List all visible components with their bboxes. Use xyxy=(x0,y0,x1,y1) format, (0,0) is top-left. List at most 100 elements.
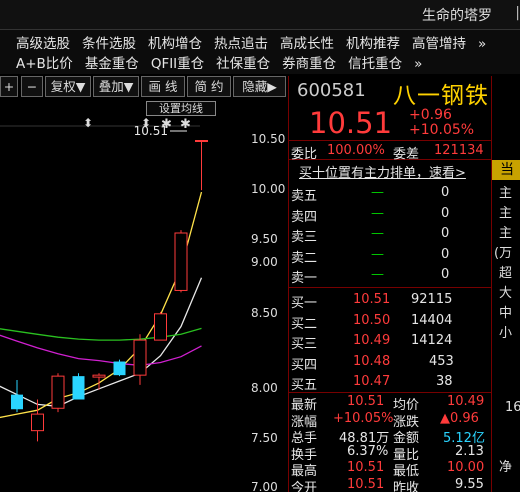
candle-body xyxy=(195,140,208,142)
kline-svg: 10.51 ⬍ ⬍ ✱ ✱ xyxy=(0,116,208,442)
order-price: 10.50 xyxy=(353,312,391,328)
order-price: — xyxy=(371,267,384,282)
menu-qfii-holdings[interactable]: QFII重仓 xyxy=(151,52,204,72)
order-volume: 92115 xyxy=(411,292,453,307)
stat-value: 9.55 xyxy=(455,476,484,492)
candle xyxy=(133,334,147,385)
order-label: 买二 xyxy=(291,316,318,332)
menu-trust-holdings[interactable]: 信托重仓 xyxy=(348,52,402,72)
fund-flow-label: 主 xyxy=(499,206,513,221)
stock-name: 八一钢铁 xyxy=(393,83,489,109)
order-label: 卖一 xyxy=(291,271,318,286)
order-volume: 0 xyxy=(441,226,450,241)
order-volume: 0 xyxy=(441,267,450,282)
ma-settings-button[interactable]: 设置均线 xyxy=(146,101,216,116)
menu-hotspot[interactable]: 热点追击 xyxy=(214,32,268,52)
menu-more-1[interactable]: » xyxy=(478,36,486,52)
menu-broker-holdings[interactable]: 券商重仓 xyxy=(282,52,336,72)
y-tick-label: 10.50 xyxy=(251,132,286,146)
weibi-label: 委比 xyxy=(291,147,318,162)
y-tick-label: 8.00 xyxy=(251,381,278,395)
fund-flow-label: 中 xyxy=(499,306,513,321)
menu-fund-holdings[interactable]: 基金重仓 xyxy=(85,52,139,72)
stat-value: +10.05% xyxy=(333,410,394,426)
order-label: 买四 xyxy=(291,357,318,373)
stat-value: 2.13 xyxy=(455,443,484,459)
y-tick-label: 8.50 xyxy=(251,306,278,320)
weicha-label: 委差 xyxy=(393,147,420,162)
simple-mode-button[interactable]: 简 约 xyxy=(187,76,231,97)
fund-flow-tab[interactable]: 当 xyxy=(492,160,520,180)
y-tick-label: 9.00 xyxy=(251,255,278,269)
app-title: 生命的塔罗 xyxy=(422,8,492,24)
overlay-dropdown[interactable]: 叠加▼ xyxy=(93,76,139,97)
stats-row: 换手 6.37% 量比 2.13 xyxy=(289,443,491,463)
zoom-out-button[interactable]: − xyxy=(21,76,43,97)
stat-value: 10.51 xyxy=(347,460,385,475)
menu-executive-increase[interactable]: 高管增持 xyxy=(412,32,466,52)
menu-institution-recommend[interactable]: 机构推荐 xyxy=(346,32,400,52)
stat-value: 10.51 xyxy=(347,476,385,492)
candle xyxy=(72,373,85,400)
order-price: 10.48 xyxy=(353,353,391,369)
fund-flow-label: (万 xyxy=(494,246,513,261)
main-force-ad-link[interactable]: 买十位置有主力排单，速看> xyxy=(289,162,491,181)
order-row: 买一 10.51 92115 xyxy=(289,290,491,311)
menu-more-2[interactable]: » xyxy=(414,56,422,72)
order-row: 买四 10.48 453 xyxy=(289,352,491,373)
order-row: 卖二 — 0 xyxy=(289,245,491,266)
candle-body xyxy=(51,375,65,409)
chart-toolbar: + − 复权▼ 叠加▼ 画 线 简 约 隐藏▶ xyxy=(0,76,288,98)
menu-ab-compare[interactable]: A+B比价 xyxy=(16,52,73,72)
fund-flow-label: 大 xyxy=(499,286,513,301)
candle xyxy=(113,359,126,377)
menu-institution-increase[interactable]: 机构增仓 xyxy=(148,32,202,52)
rights-adjust-dropdown[interactable]: 复权▼ xyxy=(45,76,91,97)
order-volume: 38 xyxy=(436,374,453,389)
zoom-in-button[interactable]: + xyxy=(0,76,18,97)
candle xyxy=(31,399,44,442)
candle-body xyxy=(113,361,126,376)
order-row: 买三 10.49 14124 xyxy=(289,331,491,352)
order-price: — xyxy=(371,226,384,241)
draw-line-button[interactable]: 画 线 xyxy=(141,76,185,97)
fund-flow-label: 主 xyxy=(499,186,513,201)
order-label: 买一 xyxy=(291,296,318,311)
order-label: 卖二 xyxy=(291,250,318,266)
order-price: — xyxy=(371,205,384,221)
y-tick-label: 7.50 xyxy=(251,431,278,445)
order-row: 卖一 — 0 xyxy=(289,265,491,286)
fund-flow-label: 超 xyxy=(499,266,513,281)
fund-flow-label: 小 xyxy=(499,326,513,341)
quote-panel: 600581 八一钢铁 10.51 +0.96 +10.05% 委比 100.0… xyxy=(288,76,491,492)
ma-line-white xyxy=(0,277,203,407)
order-volume: 453 xyxy=(429,353,454,369)
menu-row-2: A+B比价 基金重仓 QFII重仓 社保重仓 券商重仓 信托重仓 » xyxy=(16,52,434,72)
menu-social-security-holdings[interactable]: 社保重仓 xyxy=(216,52,270,72)
candle-body xyxy=(154,313,167,341)
buy-orders: 买一 10.51 92115 买二 10.50 14404 买三 10.49 14124 买… xyxy=(289,290,491,393)
order-price: — xyxy=(371,246,384,262)
order-label: 买三 xyxy=(291,337,318,352)
ma-line-yellow xyxy=(0,191,203,419)
stat-label: 今开 xyxy=(291,480,318,492)
candle-body xyxy=(72,376,85,400)
stat-value: ▲0.96 xyxy=(440,410,479,426)
orderbook-divider xyxy=(289,287,491,288)
stats-row: 总手 48.81万 金额 5.12亿 xyxy=(289,427,491,446)
order-volume: 14404 xyxy=(411,312,453,328)
weicha-value: 121134 xyxy=(434,143,484,158)
price-change-block: +0.96 +10.05% xyxy=(409,108,474,138)
order-volume: 0 xyxy=(441,205,450,221)
marker-arrow-1: ⬍ xyxy=(83,116,93,130)
stat-label: 昨收 xyxy=(393,480,420,492)
menu-condition-select[interactable]: 条件选股 xyxy=(82,32,136,52)
hide-panel-button[interactable]: 隐藏▶ xyxy=(233,76,286,97)
ad-text[interactable]: 买十位置有主力排单，速看> xyxy=(299,162,466,181)
stat-value: 6.37% xyxy=(347,443,389,459)
menu-high-growth[interactable]: 高成长性 xyxy=(280,32,334,52)
order-label: 卖三 xyxy=(291,230,318,245)
menu-advanced-select[interactable]: 高级选股 xyxy=(16,32,70,52)
stats-row: 最高 10.51 最低 10.00 xyxy=(289,460,491,479)
kline-chart[interactable]: 10.51 ⬍ ⬍ ✱ ✱ xyxy=(0,100,288,492)
